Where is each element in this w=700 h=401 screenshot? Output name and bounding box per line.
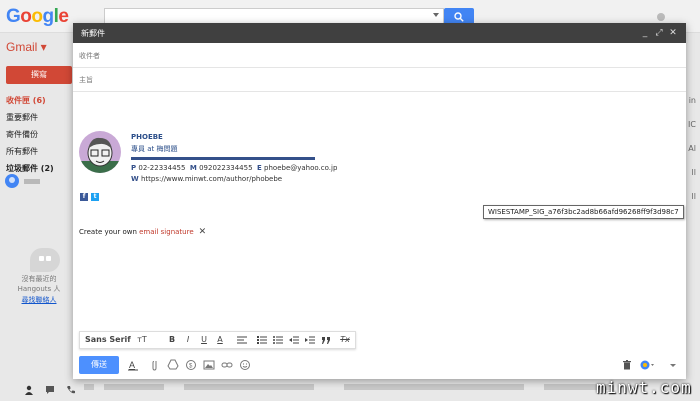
- cartoon-avatar-icon: [79, 137, 121, 173]
- signature-phone: 02-22334455: [138, 164, 186, 172]
- phone-icon[interactable]: [66, 385, 76, 395]
- svg-text:$: $: [189, 364, 193, 370]
- signature-name: PHOEBE: [131, 133, 163, 141]
- numbered-list-icon[interactable]: [256, 334, 268, 346]
- insert-emoji-icon[interactable]: [239, 359, 251, 371]
- text-color-button[interactable]: A: [214, 334, 226, 346]
- format-toolbar: Sans Serif тT B I U A Tx: [79, 331, 356, 349]
- to-placeholder: 收件者: [79, 52, 100, 60]
- google-drive-icon[interactable]: [167, 359, 179, 371]
- attach-file-icon[interactable]: [149, 359, 161, 371]
- to-field[interactable]: 收件者: [73, 43, 686, 68]
- signature-divider: [131, 157, 315, 160]
- wisestamp-icon[interactable]: [639, 359, 655, 371]
- align-icon[interactable]: [236, 334, 248, 346]
- gmail-menu[interactable]: Gmail ▾: [6, 40, 47, 54]
- blur-block: [184, 384, 314, 390]
- bold-button[interactable]: B: [166, 334, 178, 346]
- underline-button[interactable]: U: [198, 334, 210, 346]
- more-options-icon[interactable]: [667, 359, 679, 371]
- sidebar-item-sent[interactable]: 寄件備份: [6, 126, 74, 143]
- signature-photo: [79, 131, 121, 173]
- facebook-icon[interactable]: f: [80, 193, 88, 201]
- trash-icon[interactable]: [621, 359, 633, 371]
- email-signature-link[interactable]: email signature: [139, 228, 194, 236]
- insert-photo-icon[interactable]: [203, 359, 215, 371]
- sidebar-item-important[interactable]: 重要郵件: [6, 109, 74, 126]
- chat-bubble-icon[interactable]: [45, 385, 55, 395]
- signature-id-tooltip: WISESTAMP_SIG_a76f3bc2ad8b66afd96268ff9f…: [483, 205, 684, 219]
- subject-field[interactable]: 主旨: [73, 67, 686, 92]
- user-avatar[interactable]: [5, 174, 19, 188]
- compose-window: 新郵件 _ ⤢ ✕ 收件者 主旨 PHOEBE 專員 at 梅問題 P 02-2…: [73, 23, 686, 379]
- compose-title: 新郵件: [81, 29, 105, 38]
- remove-formatting-button[interactable]: Tx: [338, 334, 352, 346]
- close-icon[interactable]: ✕: [667, 26, 679, 40]
- web-label: W: [131, 175, 139, 183]
- person-icon[interactable]: [24, 385, 34, 395]
- phone-label: P: [131, 164, 137, 172]
- sidebar-item-inbox[interactable]: 收件匣 (6): [6, 92, 74, 109]
- insert-link-icon[interactable]: [221, 359, 233, 371]
- italic-button[interactable]: I: [182, 334, 194, 346]
- signature-web: W https://www.minwt.com/author/phobebe: [131, 175, 282, 183]
- expand-icon[interactable]: ⤢: [653, 26, 665, 40]
- signature-mobile: 092022334455: [199, 164, 253, 172]
- compose-button[interactable]: 撰寫: [6, 66, 72, 84]
- blur-block: [84, 384, 94, 390]
- search-icon: [454, 12, 464, 22]
- subject-placeholder: 主旨: [79, 76, 93, 84]
- font-family-select[interactable]: Sans Serif: [83, 334, 133, 346]
- indent-more-icon[interactable]: [304, 334, 316, 346]
- insert-money-icon[interactable]: $: [185, 359, 197, 371]
- quote-icon[interactable]: [320, 334, 332, 346]
- user-name-blurred: [24, 179, 40, 184]
- signature-email[interactable]: phoebe@yahoo.co.jp: [264, 164, 337, 172]
- compose-header: 新郵件 _ ⤢ ✕: [73, 23, 686, 43]
- create-signature-promo: Create your own email signature ✕: [79, 227, 206, 237]
- hangouts-empty-text: 沒有最近的 Hangouts 人: [17, 275, 61, 293]
- email-label: E: [257, 164, 262, 172]
- minimize-icon[interactable]: _: [639, 26, 651, 40]
- signature-role: 專員 at 梅問題: [131, 145, 178, 153]
- svg-text:A: A: [129, 360, 135, 370]
- inbox-row-blurred: [84, 384, 684, 392]
- indent-less-icon[interactable]: [288, 334, 300, 346]
- blur-block: [344, 384, 524, 390]
- watermark: minwt.com: [596, 378, 692, 397]
- find-contacts-link[interactable]: 尋找聯絡人: [4, 295, 74, 305]
- sidebar-nav: 收件匣 (6) 重要郵件 寄件備份 所有郵件 垃圾郵件 (2): [6, 92, 74, 177]
- apps-icon[interactable]: [656, 12, 666, 22]
- signature-contact: P 02-22334455 M 092022334455 E phoebe@ya…: [131, 164, 337, 172]
- blur-block: [104, 384, 164, 390]
- mobile-label: M: [189, 164, 197, 172]
- send-button[interactable]: 傳送: [79, 356, 119, 374]
- google-logo[interactable]: Google: [6, 6, 69, 28]
- bulleted-list-icon[interactable]: [272, 334, 284, 346]
- formatting-options-icon[interactable]: A: [127, 359, 139, 371]
- twitter-icon[interactable]: t: [91, 193, 99, 201]
- search-options-icon[interactable]: [433, 13, 439, 17]
- dismiss-promo-icon[interactable]: ✕: [199, 227, 207, 237]
- hangouts-bottom-bar: [0, 380, 78, 401]
- signature-website[interactable]: https://www.minwt.com/author/phobebe: [141, 175, 282, 183]
- sidebar-item-all-mail[interactable]: 所有郵件: [6, 143, 74, 160]
- hangouts-icon: [30, 248, 60, 272]
- create-prefix: Create your own: [79, 228, 140, 236]
- font-size-select[interactable]: тT: [134, 334, 150, 346]
